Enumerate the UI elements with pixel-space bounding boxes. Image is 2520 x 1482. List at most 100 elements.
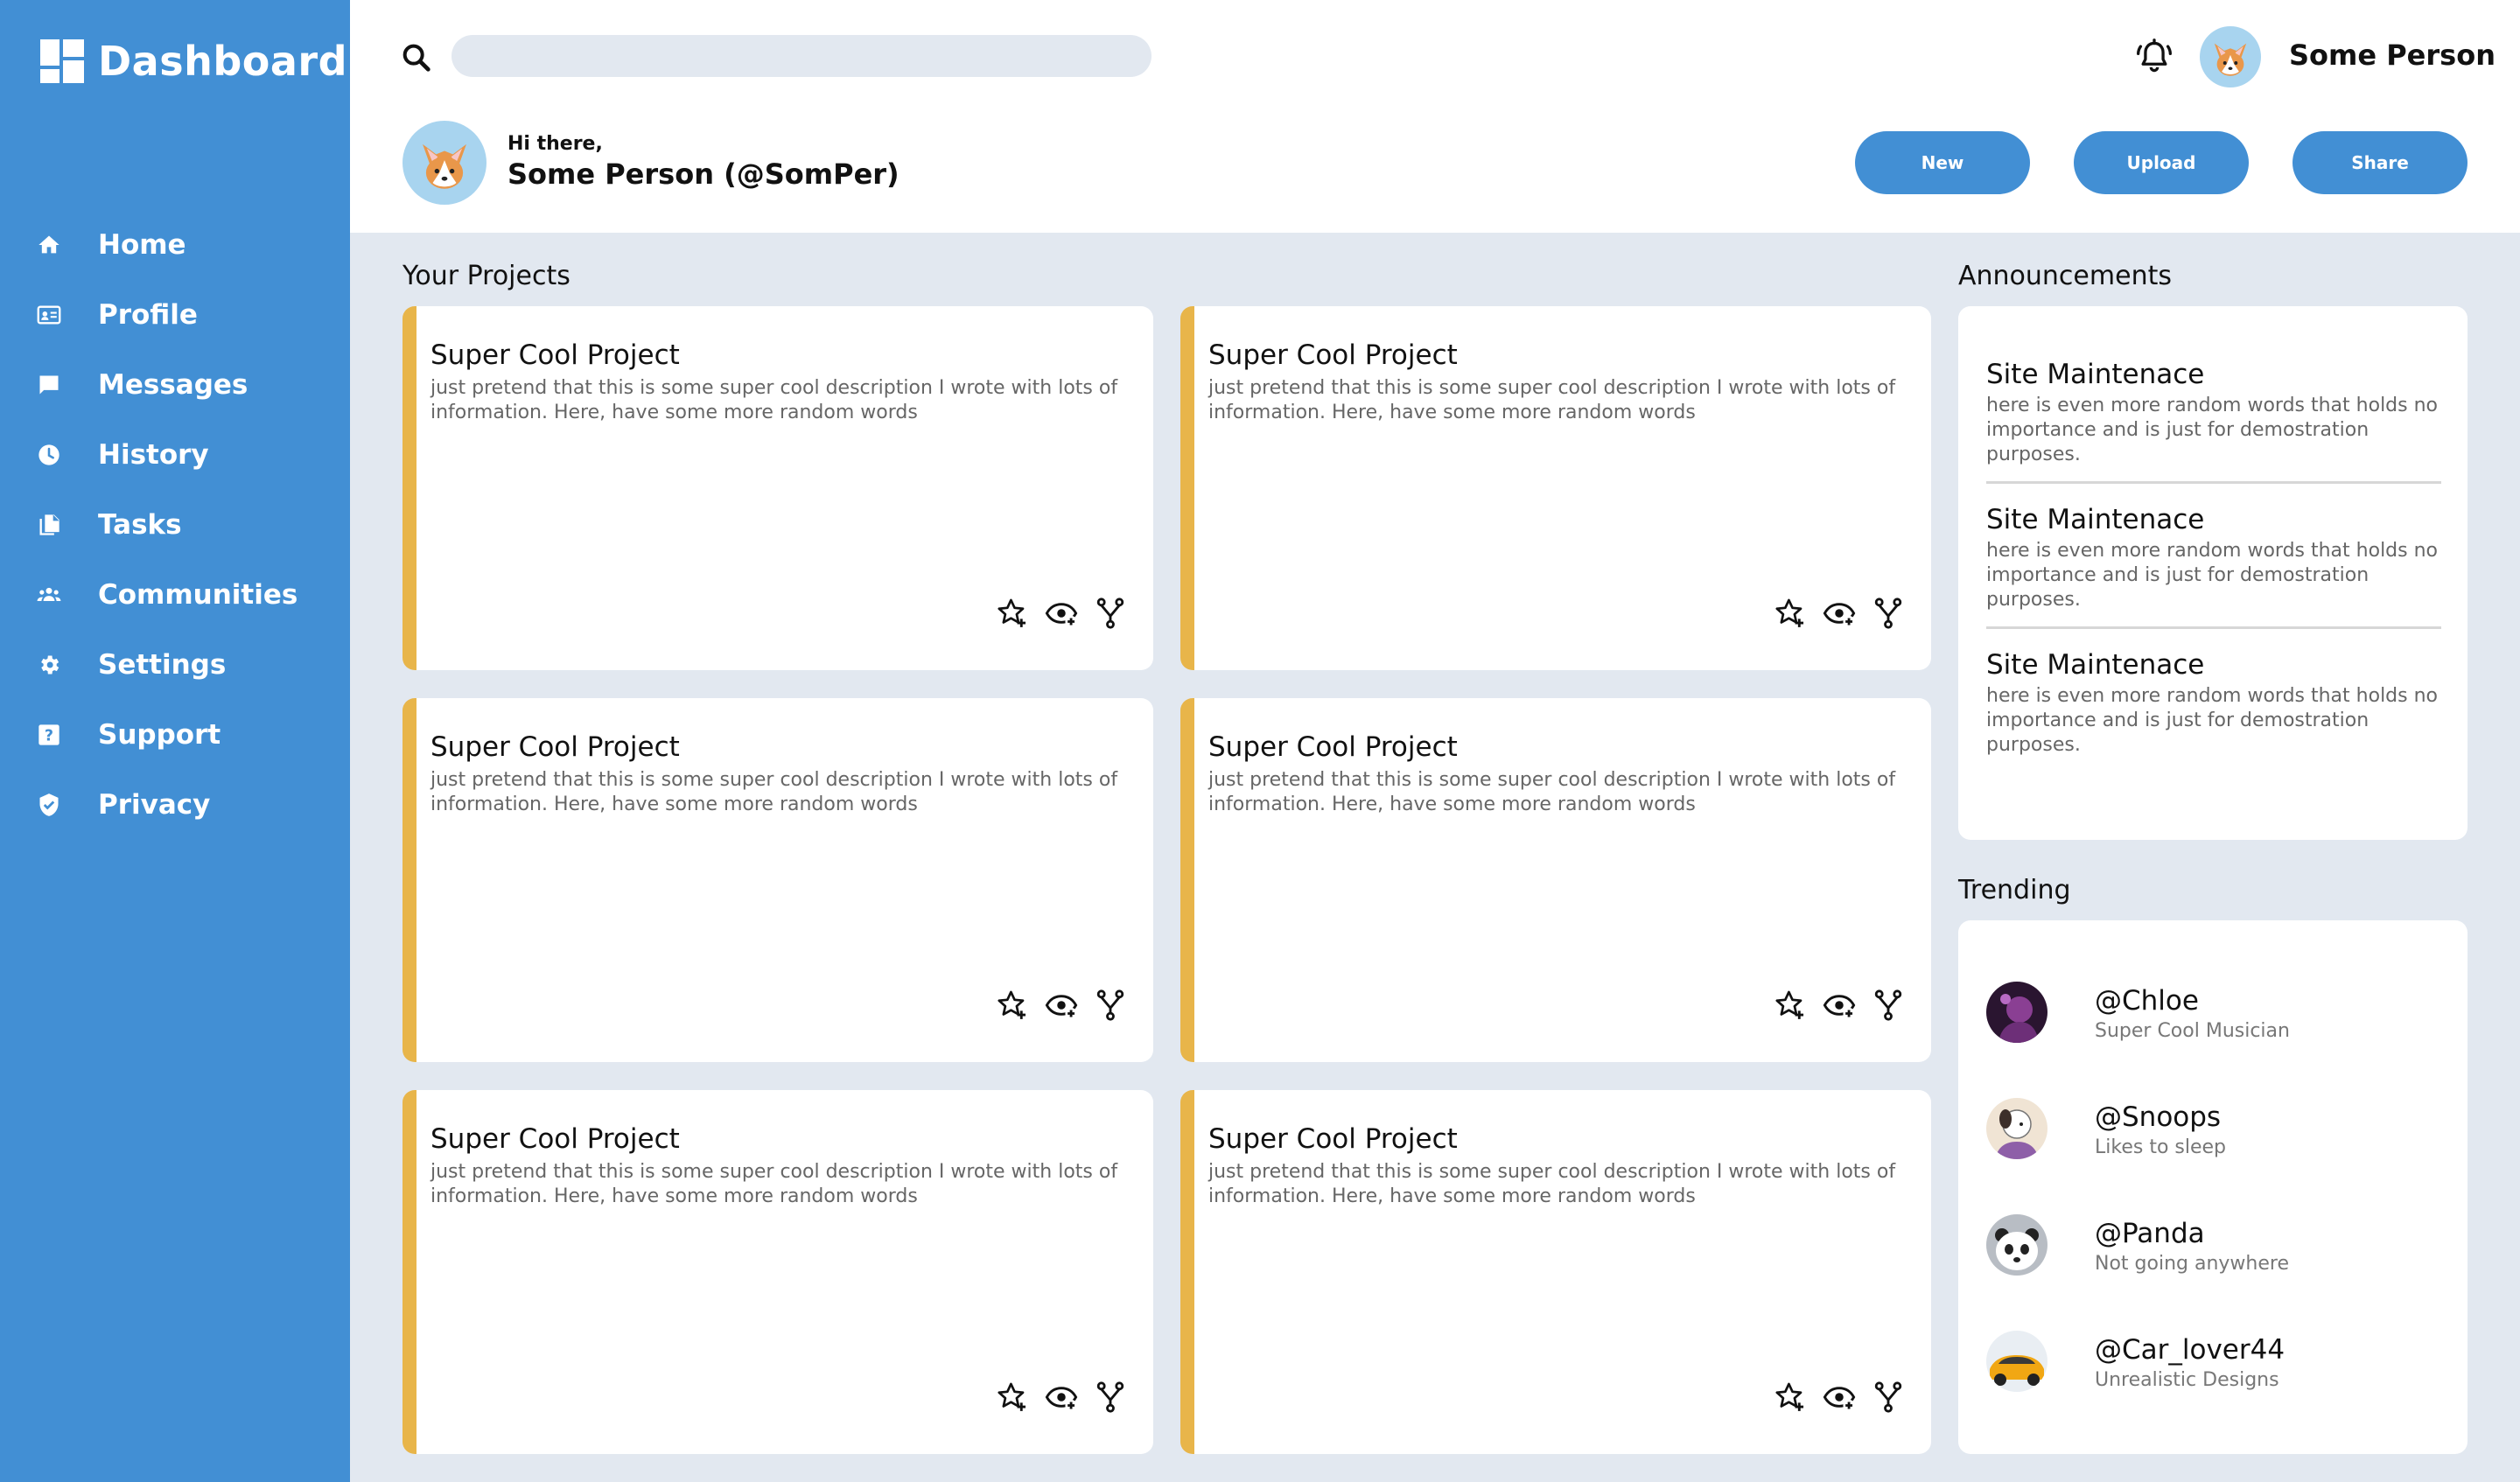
project-description: just pretend that this is some super coo…	[430, 1161, 1118, 1207]
announcements-panel: Site Maintenace here is even more random…	[1958, 306, 2468, 840]
project-card[interactable]: Super Cool Project just pretend that thi…	[1180, 1090, 1931, 1454]
gear-icon	[35, 651, 63, 679]
help-icon: ?	[35, 721, 63, 749]
announcement-description: here is even more random words that hold…	[1986, 395, 2439, 465]
project-actions	[1774, 597, 1905, 630]
sidebar-item-privacy[interactable]: Privacy	[0, 770, 350, 840]
fork-icon[interactable]	[1872, 1381, 1905, 1414]
project-actions	[996, 1381, 1127, 1414]
bell-icon[interactable]	[2135, 37, 2174, 77]
divider	[1986, 481, 2441, 484]
sidebar-item-label: Communities	[98, 579, 298, 611]
sidebar-item-profile[interactable]: Profile	[0, 280, 350, 350]
app-logo[interactable]: Dashboard	[40, 38, 347, 85]
user-avatar[interactable]	[2200, 26, 2261, 87]
sidebar-item-settings[interactable]: Settings	[0, 630, 350, 700]
sidebar-item-label: Settings	[98, 649, 227, 681]
trending-item[interactable]: @Snoops Likes to sleep	[1986, 1098, 2441, 1161]
announcement-title: Site Maintenace	[1986, 359, 2205, 390]
trending-avatar	[1986, 982, 2048, 1043]
divider	[1986, 626, 2441, 629]
project-title: Super Cool Project	[430, 339, 680, 371]
trending-subtitle: Super Cool Musician	[2095, 1020, 2290, 1042]
project-actions	[996, 989, 1127, 1022]
trending-subtitle: Not going anywhere	[2095, 1253, 2289, 1275]
star-add-icon[interactable]	[1774, 1381, 1807, 1414]
sidebar-item-home[interactable]: Home	[0, 210, 350, 280]
star-add-icon[interactable]	[1774, 597, 1807, 630]
sidebar-item-label: Tasks	[98, 509, 182, 541]
trending-item[interactable]: @Car_lover44 Unrealistic Designs	[1986, 1331, 2441, 1394]
fork-icon[interactable]	[1872, 989, 1905, 1022]
announcement-item[interactable]: Site Maintenace here is even more random…	[1986, 359, 2441, 467]
announcement-item[interactable]: Site Maintenace here is even more random…	[1986, 504, 2441, 612]
project-description: just pretend that this is some super coo…	[1208, 377, 1896, 423]
watch-icon[interactable]	[1045, 1381, 1078, 1414]
star-add-icon[interactable]	[1774, 989, 1807, 1022]
sidebar-item-support[interactable]: ? Support	[0, 700, 350, 770]
sidebar-item-history[interactable]: History	[0, 420, 350, 490]
sidebar-item-messages[interactable]: Messages	[0, 350, 350, 420]
fork-icon[interactable]	[1094, 597, 1127, 630]
trending-subtitle: Unrealistic Designs	[2095, 1369, 2279, 1391]
sidebar-item-label: Privacy	[98, 789, 211, 821]
sidebar-item-label: Messages	[98, 369, 248, 401]
sidebar: Dashboard Home Profile Messages History	[0, 0, 350, 1482]
username[interactable]: Some Person	[2289, 38, 2496, 72]
fork-icon[interactable]	[1872, 597, 1905, 630]
chat-icon	[35, 371, 63, 399]
project-card[interactable]: Super Cool Project just pretend that thi…	[1180, 306, 1931, 670]
project-actions	[1774, 989, 1905, 1022]
trending-avatar	[1986, 1331, 2048, 1392]
trending-avatar	[1986, 1098, 2048, 1159]
documents-icon	[35, 511, 63, 539]
sidebar-nav: Home Profile Messages History Tasks Comm…	[0, 210, 350, 840]
trending-item[interactable]: @Chloe Super Cool Musician	[1986, 982, 2441, 1045]
trending-panel: @Chloe Super Cool Musician @Snoops Likes…	[1958, 920, 2468, 1454]
trending-item[interactable]: @Panda Not going anywhere	[1986, 1214, 2441, 1277]
project-title: Super Cool Project	[430, 731, 680, 763]
fork-icon[interactable]	[1094, 989, 1127, 1022]
sidebar-item-communities[interactable]: Communities	[0, 560, 350, 630]
star-add-icon[interactable]	[996, 989, 1029, 1022]
announcements-section-title: Announcements	[1958, 261, 2172, 291]
project-title: Super Cool Project	[1208, 731, 1458, 763]
fork-icon[interactable]	[1094, 1381, 1127, 1414]
watch-icon[interactable]	[1823, 989, 1856, 1022]
projects-section-title: Your Projects	[402, 261, 570, 291]
project-card[interactable]: Super Cool Project just pretend that thi…	[402, 306, 1153, 670]
project-actions	[1774, 1381, 1905, 1414]
greeting-text: Hi there,	[508, 133, 603, 155]
share-button[interactable]: Share	[2292, 131, 2468, 194]
trending-handle: @Chloe	[2095, 985, 2199, 1017]
sidebar-item-label: Home	[98, 229, 186, 261]
upload-button[interactable]: Upload	[2074, 131, 2249, 194]
watch-icon[interactable]	[1045, 597, 1078, 630]
project-card[interactable]: Super Cool Project just pretend that thi…	[1180, 698, 1931, 1062]
project-description: just pretend that this is some super coo…	[430, 769, 1118, 815]
svg-text:?: ?	[45, 727, 53, 744]
sidebar-item-label: History	[98, 439, 209, 471]
project-card[interactable]: Super Cool Project just pretend that thi…	[402, 698, 1153, 1062]
new-button[interactable]: New	[1855, 131, 2030, 194]
project-card[interactable]: Super Cool Project just pretend that thi…	[402, 1090, 1153, 1454]
project-description: just pretend that this is some super coo…	[1208, 1161, 1896, 1207]
watch-icon[interactable]	[1045, 989, 1078, 1022]
id-card-icon	[35, 301, 63, 329]
sidebar-item-tasks[interactable]: Tasks	[0, 490, 350, 560]
greeting-name: Some Person (@SomPer)	[508, 157, 900, 191]
dashboard-logo-icon	[40, 39, 84, 83]
watch-icon[interactable]	[1823, 597, 1856, 630]
profile-avatar[interactable]	[402, 121, 486, 205]
star-add-icon[interactable]	[996, 1381, 1029, 1414]
project-title: Super Cool Project	[1208, 339, 1458, 371]
star-add-icon[interactable]	[996, 597, 1029, 630]
watch-icon[interactable]	[1823, 1381, 1856, 1414]
search-input[interactable]	[452, 35, 1152, 77]
search-icon[interactable]	[399, 40, 434, 75]
trending-handle: @Panda	[2095, 1218, 2205, 1249]
project-title: Super Cool Project	[1208, 1123, 1458, 1155]
sidebar-item-label: Profile	[98, 299, 198, 331]
announcement-item[interactable]: Site Maintenace here is even more random…	[1986, 649, 2441, 758]
trending-subtitle: Likes to sleep	[2095, 1136, 2227, 1158]
